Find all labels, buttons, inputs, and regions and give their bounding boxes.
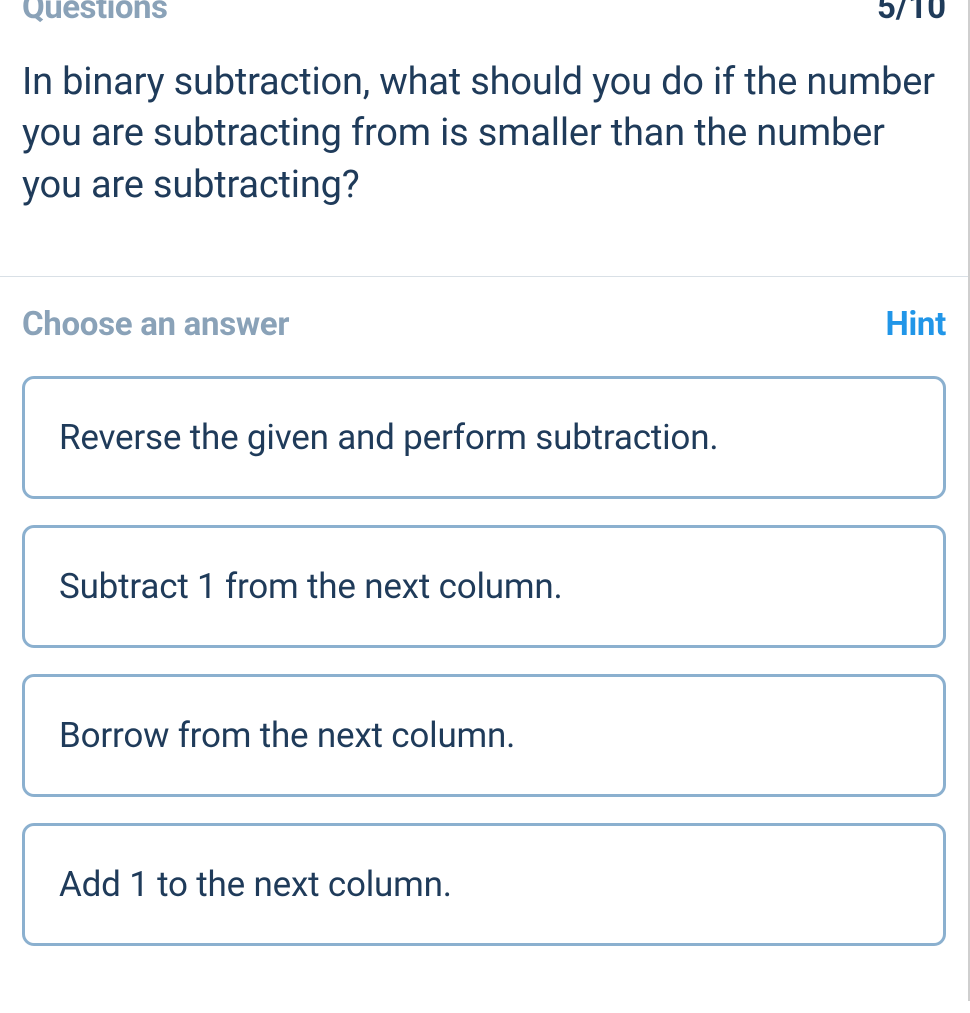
answer-option-text: Subtract 1 from the next column. [59, 566, 909, 607]
hint-button[interactable]: Hint [886, 305, 947, 344]
question-section: Questions 5/10 In binary subtraction, wh… [0, 0, 968, 276]
answer-option-text: Borrow from the next column. [59, 715, 909, 756]
header-row: Questions 5/10 [22, 0, 946, 27]
answer-header: Choose an answer Hint [22, 305, 946, 344]
answer-option-2[interactable]: Subtract 1 from the next column. [22, 525, 946, 648]
answer-section: Choose an answer Hint Reverse the given … [0, 277, 968, 946]
choose-answer-label: Choose an answer [22, 305, 289, 344]
answer-option-text: Reverse the given and perform subtractio… [59, 417, 909, 458]
question-text: In binary subtraction, what should you d… [22, 57, 946, 211]
section-label: Questions [22, 0, 167, 27]
answer-option-3[interactable]: Borrow from the next column. [22, 674, 946, 797]
answer-option-4[interactable]: Add 1 to the next column. [22, 823, 946, 946]
answer-option-text: Add 1 to the next column. [59, 864, 909, 905]
progress-count: 5/10 [877, 0, 946, 27]
answer-option-1[interactable]: Reverse the given and perform subtractio… [22, 376, 946, 499]
